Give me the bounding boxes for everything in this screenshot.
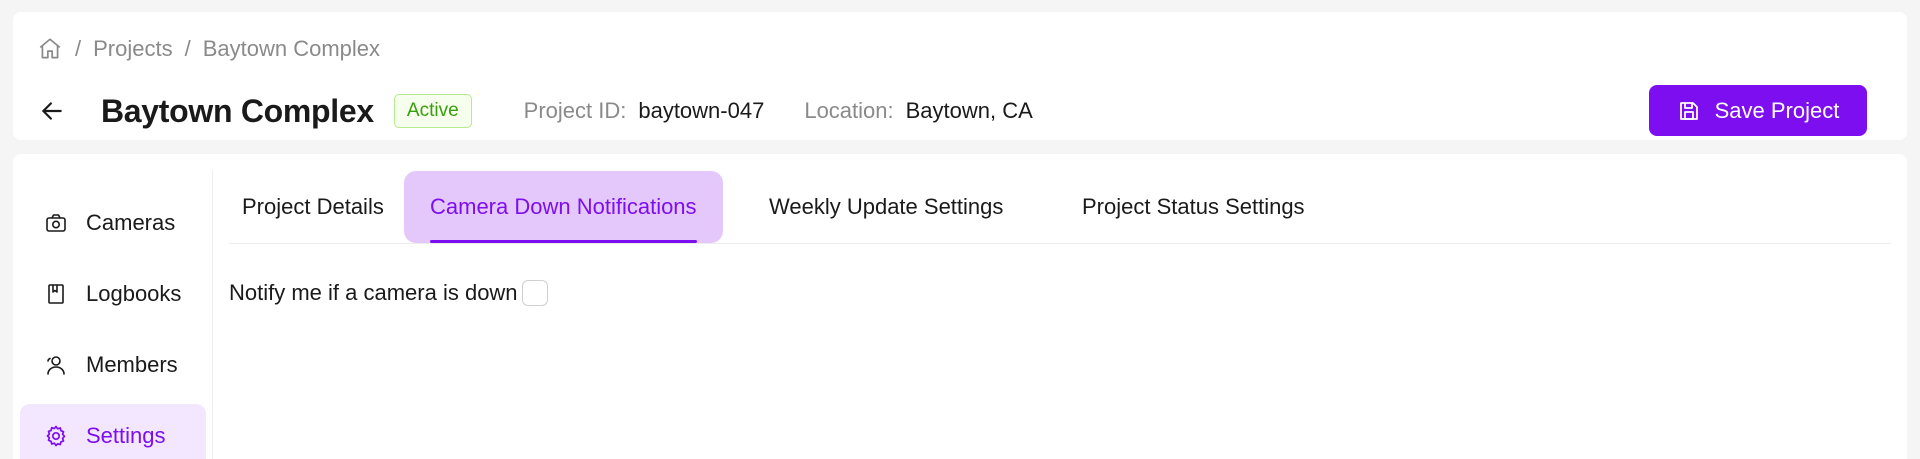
book-icon	[48, 284, 64, 304]
tab-label: Weekly Update Settings	[769, 194, 1004, 219]
title-row: Baytown Complex Active Project ID: bayto…	[37, 82, 1033, 140]
sidebar: Cameras Logbooks Members Settings	[13, 170, 213, 459]
sidebar-item-logbooks[interactable]: Logbooks	[20, 262, 206, 326]
page-title: Baytown Complex	[101, 92, 374, 129]
save-project-button[interactable]: Save Project	[1649, 85, 1867, 136]
project-id-label: Project ID:	[523, 98, 627, 123]
active-tab-indicator	[430, 240, 697, 243]
notify-camera-down-label: Notify me if a camera is down	[229, 280, 518, 305]
tab-label: Project Details	[242, 194, 384, 219]
sidebar-item-label: Cameras	[86, 210, 176, 235]
home-icon[interactable]	[37, 36, 63, 62]
settings-panel: Cameras Logbooks Members Settings Projec…	[13, 154, 1907, 459]
tab-label: Camera Down Notifications	[430, 194, 697, 219]
breadcrumb-separator: /	[184, 36, 191, 61]
project-id-value: baytown-047	[638, 98, 765, 123]
notify-camera-down-checkbox[interactable]	[521, 280, 548, 306]
sidebar-item-members[interactable]: Members	[20, 333, 206, 397]
breadcrumb-projects[interactable]: Projects	[93, 36, 172, 62]
sidebar-item-cameras[interactable]: Cameras	[20, 191, 206, 255]
save-project-label: Save Project	[1714, 97, 1840, 123]
status-badge: Active	[393, 94, 472, 128]
tab-weekly-update-settings[interactable]: Weekly Update Settings	[769, 171, 1003, 243]
location-label: Location:	[804, 98, 894, 123]
breadcrumb-current: Baytown Complex	[202, 36, 381, 61]
tab-camera-down-notifications[interactable]: Camera Down Notifications	[404, 171, 723, 243]
users-icon	[47, 356, 65, 375]
sidebar-item-label: Logbooks	[86, 281, 182, 306]
sidebar-item-label: Settings	[86, 423, 166, 448]
settings-tabs: Project Details Camera Down Notification…	[229, 171, 1891, 244]
breadcrumb-separator: /	[75, 36, 82, 61]
tab-project-status-settings[interactable]: Project Status Settings	[1082, 171, 1305, 243]
tab-project-details[interactable]: Project Details	[242, 171, 384, 243]
tab-label: Project Status Settings	[1082, 194, 1305, 219]
location-value: Baytown, CA	[905, 98, 1033, 123]
breadcrumb: / Projects / Baytown Complex	[37, 36, 380, 62]
notify-camera-down-row: Notify me if a camera is down	[229, 280, 548, 306]
camera-icon	[46, 214, 66, 232]
project-header: / Projects / Baytown Complex Baytown Com…	[13, 12, 1907, 140]
arrow-left-icon	[42, 102, 62, 120]
sidebar-item-label: Members	[86, 352, 178, 377]
gear-icon	[46, 425, 66, 447]
back-button[interactable]	[37, 96, 67, 126]
project-location: Location: Baytown, CA	[804, 98, 1032, 124]
sidebar-item-settings[interactable]: Settings	[20, 404, 206, 459]
save-icon	[1679, 101, 1698, 120]
project-id: Project ID: baytown-047	[524, 98, 765, 124]
